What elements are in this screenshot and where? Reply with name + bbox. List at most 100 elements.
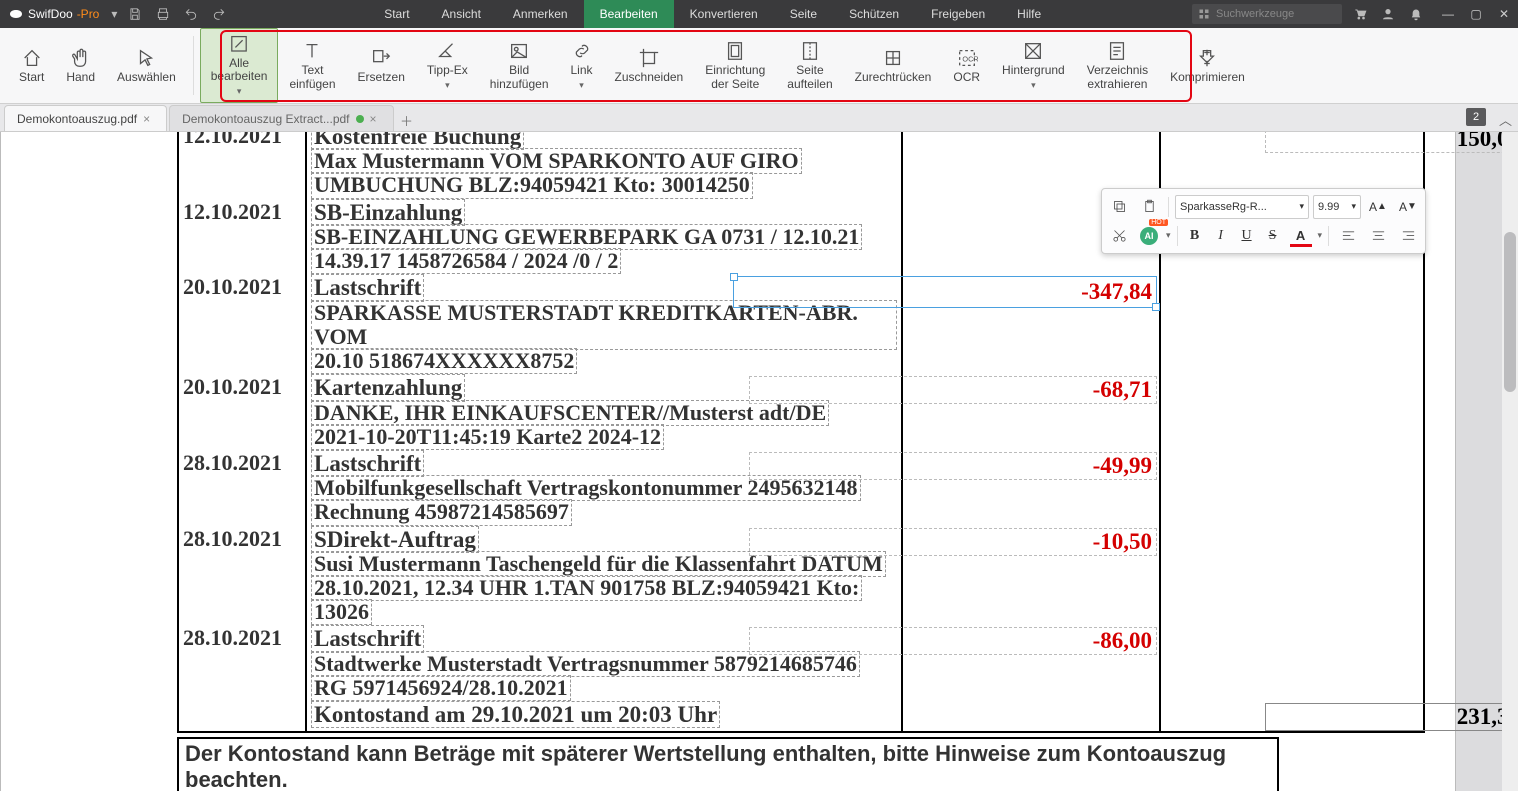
ribbon-ocr[interactable]: OCROCR: [942, 28, 991, 103]
ribbon-split-page[interactable]: Seiteaufteilen: [776, 28, 843, 103]
tab-close-icon[interactable]: ×: [370, 112, 377, 126]
ribbon-replace[interactable]: Ersetzen: [347, 28, 416, 103]
close-button[interactable]: ✕: [1490, 0, 1518, 28]
desc-title[interactable]: Lastschrift: [311, 625, 424, 652]
ribbon-crop[interactable]: Zuschneiden: [604, 28, 695, 103]
menu-ansicht[interactable]: Ansicht: [426, 0, 497, 28]
ribbon-tippex[interactable]: Tipp-Ex▾: [416, 28, 479, 103]
cut-icon[interactable]: [1106, 223, 1132, 249]
balance-label[interactable]: Kontostand am 29.10.2021 um 20:03 Uhr: [311, 701, 720, 728]
amount-field[interactable]: -49,99: [749, 452, 1157, 480]
tab-close-icon[interactable]: ×: [143, 112, 150, 126]
bell-icon[interactable]: [1404, 0, 1428, 28]
desc-line[interactable]: 28.10.2021, 12.34 UHR 1.TAN 901758 BLZ:9…: [311, 575, 862, 601]
mid-cell: -68,71: [903, 374, 1161, 450]
desc-line[interactable]: Rechnung 45987214585697: [311, 499, 572, 525]
collapse-ribbon-icon[interactable]: ︿: [1499, 110, 1512, 129]
cart-icon[interactable]: [1348, 0, 1372, 28]
ribbon-compress[interactable]: Komprimieren: [1159, 28, 1256, 103]
italic-button[interactable]: I: [1210, 223, 1232, 249]
menu-seite[interactable]: Seite: [774, 0, 833, 28]
copy-icon[interactable]: [1106, 194, 1132, 220]
maximize-button[interactable]: ▢: [1462, 0, 1490, 28]
underline-button[interactable]: U: [1236, 223, 1258, 249]
date-cell: 20.10.2021: [179, 374, 307, 450]
date-cell: 28.10.2021: [179, 625, 307, 701]
page-count-badge[interactable]: 2: [1466, 108, 1486, 126]
doc-tab[interactable]: Demokontoauszug.pdf×: [4, 105, 167, 131]
desc-line[interactable]: SB-EINZAHLUNG GEWERBEPARK GA 0731 / 12.1…: [311, 224, 862, 250]
amount-field[interactable]: -86,00: [749, 627, 1157, 655]
bold-button[interactable]: B: [1184, 223, 1206, 249]
ribbon-select[interactable]: Auswählen: [106, 28, 187, 103]
user-icon[interactable]: [1376, 0, 1400, 28]
font-color-button[interactable]: A: [1288, 223, 1314, 249]
balance-value[interactable]: 231,33: [1265, 703, 1518, 731]
align-center-icon[interactable]: [1365, 223, 1391, 249]
ai-button[interactable]: AIHOT: [1136, 223, 1162, 249]
desc-title[interactable]: Lastschrift: [311, 274, 424, 301]
document-area: 12.10.2021Kostenfreie BuchungMax Musterm…: [0, 132, 1518, 791]
print-icon[interactable]: [149, 0, 177, 28]
ribbon-add-image[interactable]: Bildhinzufügen: [479, 28, 560, 103]
desc-line[interactable]: UMBUCHUNG BLZ:94059421 Kto: 30014250: [311, 172, 753, 198]
menu-anmerken[interactable]: Anmerken: [497, 0, 584, 28]
desc-line[interactable]: 14.39.17 1458726584 / 2024 /0 / 2: [311, 248, 621, 274]
text-format-toolbar[interactable]: SparkasseRg-R...▾ 9.99▾ A▲ A▼ AIHOT ▾ B …: [1101, 188, 1426, 254]
desc-title[interactable]: Lastschrift: [311, 450, 424, 477]
amount-field[interactable]: 150,00: [1265, 132, 1518, 153]
align-right-icon[interactable]: [1395, 223, 1421, 249]
new-tab-button[interactable]: ＋: [396, 109, 418, 131]
mid-cell: -49,99: [903, 450, 1161, 526]
menu-hilfe[interactable]: Hilfe: [1001, 0, 1057, 28]
mid-cell: -86,00: [903, 625, 1161, 701]
menu-schützen[interactable]: Schützen: [833, 0, 915, 28]
ribbon-background[interactable]: Hintergrund▾: [991, 28, 1076, 103]
save-icon[interactable]: [121, 0, 149, 28]
strike-button[interactable]: S: [1262, 223, 1284, 249]
doc-tab[interactable]: Demokontoauszug Extract...pdf×: [169, 105, 393, 131]
font-size-select[interactable]: 9.99▾: [1313, 195, 1361, 219]
desc-title[interactable]: SB-Einzahlung: [311, 199, 465, 226]
desc-line[interactable]: 2021-10-20T11:45:19 Karte2 2024-12: [311, 424, 664, 450]
ribbon-edit-all[interactable]: Allebearbeiten▾: [200, 28, 279, 103]
ribbon-straighten[interactable]: Zurechtrücken: [844, 28, 943, 103]
amount-selected[interactable]: -347,84: [733, 276, 1157, 308]
desc-title[interactable]: Kartenzahlung: [311, 374, 465, 401]
redo-icon[interactable]: [205, 0, 233, 28]
ribbon-link[interactable]: Link▾: [560, 28, 604, 103]
menu-freigeben[interactable]: Freigeben: [915, 0, 1001, 28]
ribbon-insert-text[interactable]: Texteinfügen: [278, 28, 346, 103]
font-select[interactable]: SparkasseRg-R...▾: [1175, 195, 1309, 219]
amount-field[interactable]: -68,71: [749, 376, 1157, 404]
desc-line[interactable]: RG 5971456924/28.10.2021: [311, 675, 571, 701]
align-left-icon[interactable]: [1335, 223, 1361, 249]
ribbon-hand[interactable]: Hand: [55, 28, 106, 103]
undo-icon[interactable]: [177, 0, 205, 28]
date-cell: 12.10.2021: [179, 132, 307, 199]
scroll-thumb[interactable]: [1504, 232, 1516, 392]
increase-font-icon[interactable]: A▲: [1365, 194, 1391, 220]
menu-bearbeiten[interactable]: Bearbeiten: [584, 0, 674, 28]
desc-line[interactable]: Max Mustermann VOM SPARKONTO AUF GIRO: [311, 148, 802, 174]
date-cell: 20.10.2021: [179, 274, 307, 374]
search-placeholder: Suchwerkzeuge: [1216, 8, 1294, 20]
ribbon-page-setup[interactable]: Einrichtungder Seite: [694, 28, 776, 103]
app-dropdown-icon[interactable]: ▾: [107, 7, 121, 21]
menu-konvertieren[interactable]: Konvertieren: [674, 0, 774, 28]
decrease-font-icon[interactable]: A▼: [1395, 194, 1421, 220]
ribbon-extract-dir[interactable]: Verzeichnisextrahieren: [1076, 28, 1159, 103]
search-tools[interactable]: Suchwerkzeuge: [1192, 4, 1342, 24]
ribbon-start[interactable]: Start: [8, 28, 55, 103]
desc-line[interactable]: 13026: [311, 599, 372, 625]
amount-field[interactable]: -10,50: [749, 528, 1157, 556]
desc-line[interactable]: 20.10 518674XXXXXX8752: [311, 348, 577, 374]
vertical-scrollbar[interactable]: [1502, 132, 1518, 791]
menu-start[interactable]: Start: [368, 0, 425, 28]
app-logo: SwifDoo-Pro: [0, 6, 107, 22]
desc-title[interactable]: SDirekt-Auftrag: [311, 526, 479, 553]
mid-cell: -347,84: [903, 274, 1161, 374]
minimize-button[interactable]: —: [1434, 0, 1462, 28]
paste-icon[interactable]: [1136, 194, 1162, 220]
amt-cell: [1161, 450, 1423, 526]
